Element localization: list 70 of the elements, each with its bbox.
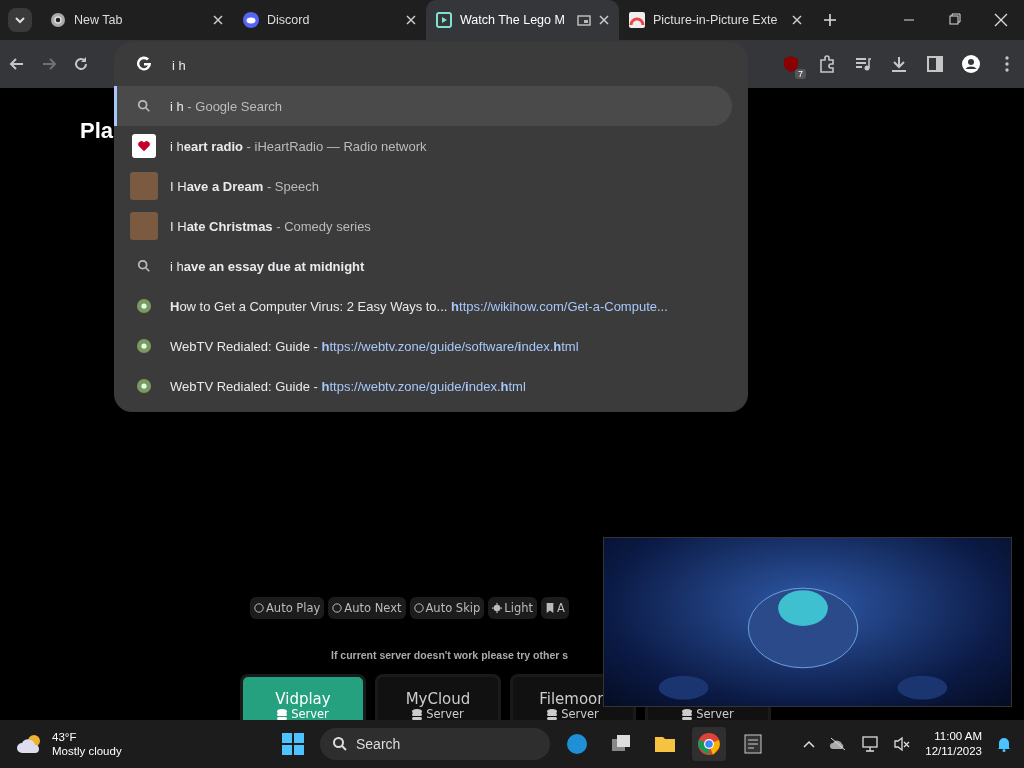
suggestion-item[interactable]: WebTV Redialed: Guide - https://webtv.zone/guide/software/index.html — [114, 326, 732, 366]
suggestion-item[interactable]: I Hate Christmas - Comedy series — [114, 206, 732, 246]
taskbar-search[interactable]: Search — [320, 728, 550, 760]
server-button[interactable]: MyCloud Server — [375, 674, 501, 720]
reload-icon[interactable] — [72, 55, 90, 73]
browser-tab[interactable]: Discord — [233, 0, 426, 40]
close-icon[interactable] — [213, 15, 223, 25]
side-panel-icon[interactable] — [926, 55, 944, 73]
option-button[interactable]: Auto Play — [250, 597, 325, 619]
database-icon — [412, 708, 423, 720]
browser-tab[interactable]: Picture-in-Picture Exte — [619, 0, 812, 40]
suggestion-item[interactable]: WebTV Redialed: Guide - https://webtv.zone/guide/index.html — [114, 366, 732, 406]
tab-search-button[interactable] — [8, 8, 32, 32]
profile-icon[interactable] — [962, 55, 980, 73]
option-button[interactable]: A — [541, 597, 569, 619]
video-icon — [436, 12, 452, 28]
close-icon[interactable] — [792, 15, 802, 25]
option-button[interactable]: Auto Skip — [409, 597, 485, 619]
suggestion-item[interactable]: How to Get a Computer Virus: 2 Easy Ways to... https://wikihow.com/Get-a-Compute... — [114, 286, 732, 326]
option-button[interactable]: Light — [488, 597, 537, 619]
site-favicon-icon — [137, 299, 151, 313]
site-favicon-icon — [137, 339, 151, 353]
extension-badge: 7 — [795, 69, 806, 79]
address-bar[interactable]: i h — [172, 57, 572, 73]
database-icon — [277, 708, 288, 720]
search-icon — [137, 99, 151, 113]
picture-in-picture-icon — [577, 14, 591, 26]
discord-icon — [243, 12, 259, 28]
suggestion-item[interactable]: I Have a Dream - Speech — [114, 166, 732, 206]
chevron-up-icon[interactable] — [803, 740, 816, 748]
temperature: 43°F — [52, 730, 78, 744]
search-icon — [137, 259, 151, 273]
suggestion-item[interactable]: i h - Google Search — [114, 86, 732, 126]
server-notice: If current server doesn't work please try other s — [331, 648, 569, 662]
page-title: Pla — [80, 118, 115, 144]
close-icon[interactable] — [599, 15, 609, 25]
circle-icon — [332, 603, 343, 613]
rainbow-icon — [629, 12, 645, 28]
download-icon[interactable] — [890, 55, 908, 73]
suggestion-item[interactable]: i heart radio - iHeartRadio — Radio network — [114, 126, 732, 166]
network-icon[interactable] — [861, 736, 880, 752]
radio-logo-icon — [132, 134, 156, 158]
circle-icon — [413, 603, 424, 613]
clock-time: 11:00 AM — [933, 729, 982, 744]
database-icon — [547, 708, 558, 720]
media-controls-icon[interactable] — [854, 55, 872, 73]
weather-text: Mostly cloudy — [52, 744, 122, 758]
photo-placeholder — [130, 172, 158, 200]
search-icon — [332, 736, 348, 752]
photo-placeholder — [130, 212, 158, 240]
sun-icon — [492, 603, 503, 613]
browser-tab[interactable]: New Tab — [40, 0, 233, 40]
option-button[interactable]: Auto Next — [328, 597, 406, 619]
browser-tab[interactable]: Watch The Lego M — [426, 0, 619, 40]
bell-icon[interactable] — [996, 736, 1012, 752]
chrome-icon — [50, 12, 66, 28]
chrome-app-icon[interactable] — [692, 727, 726, 761]
chevron-down-icon — [15, 15, 25, 25]
database-icon — [682, 708, 693, 720]
picture-in-picture-dialog[interactable] — [603, 537, 1012, 707]
cloud-off-icon[interactable] — [829, 737, 848, 751]
suggestion-item[interactable]: i have an essay due at midnight — [114, 246, 732, 286]
puzzle-piece-icon[interactable] — [818, 55, 836, 73]
circle-icon — [254, 603, 264, 613]
clock-date: 12/11/2023 — [925, 744, 982, 759]
muted-speaker-icon[interactable] — [893, 736, 912, 752]
bookmark-icon — [545, 603, 555, 613]
new-tab-icon[interactable] — [824, 14, 836, 26]
site-favicon-icon — [137, 379, 151, 393]
close-icon[interactable] — [406, 15, 416, 25]
